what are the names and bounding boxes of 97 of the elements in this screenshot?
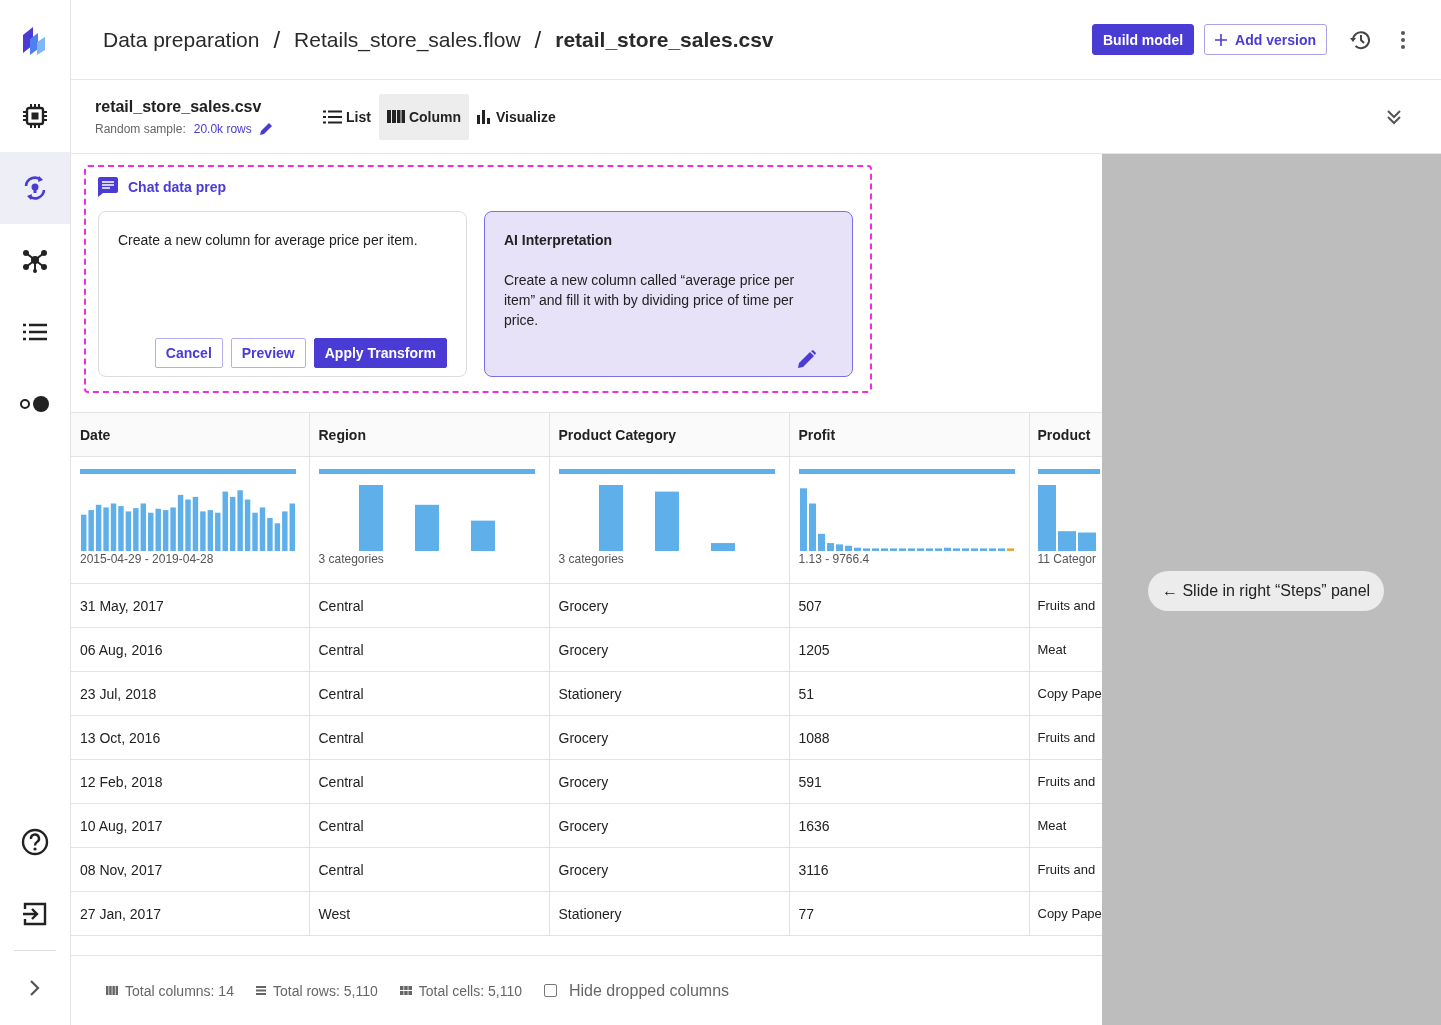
column-summary: 3 categories (318, 552, 385, 566)
table-cell: 06 Aug, 2016 (71, 627, 309, 672)
table-cell: 27 Jan, 2017 (71, 891, 309, 936)
double-chevron-down-icon[interactable] (1387, 108, 1401, 125)
view-tab[interactable]: Column (378, 93, 469, 140)
column-summary: 3 categories (558, 552, 625, 566)
breadcrumb-separator: / (272, 25, 282, 54)
sidebar-item[interactable] (0, 152, 70, 224)
table-cell: 1088 (789, 715, 1029, 760)
table-cell: 3116 (789, 847, 1029, 892)
exit-icon[interactable] (22, 901, 48, 927)
pencil-icon[interactable] (798, 350, 816, 368)
table-cell: Central (309, 583, 549, 628)
column-header[interactable]: Product Category (549, 412, 789, 457)
table-cell: 507 (789, 583, 1029, 628)
list-icon (323, 109, 342, 124)
network-icon (22, 247, 48, 273)
help-icon[interactable] (21, 828, 49, 856)
table-cell: Grocery (549, 759, 789, 804)
grid-icon (399, 986, 412, 995)
stat-text: Total cells: 5,110 (418, 982, 522, 999)
chevron-right-icon[interactable] (29, 979, 41, 997)
histogram-bar (414, 504, 439, 551)
action-button[interactable]: Preview (230, 338, 306, 368)
table-cell: 1205 (789, 627, 1029, 672)
column-summary: 1.13 - 9766.4 (798, 552, 871, 566)
table-cell: Stationery (549, 671, 789, 716)
view-tab[interactable]: Visualize (469, 93, 564, 140)
histogram-bar (710, 543, 735, 551)
table-cell: 51 (789, 671, 1029, 716)
column-header[interactable]: Region (309, 412, 549, 457)
stat-text: Total columns: 14 (125, 982, 234, 999)
table-cell: Grocery (549, 627, 789, 672)
chat-icon (98, 177, 118, 197)
columns-icon (386, 110, 405, 123)
column-header[interactable]: Product (1029, 412, 1102, 457)
column-header[interactable]: Profit (789, 412, 1029, 457)
column-summary: 2015-04-29 - 2019-04-28 (80, 552, 215, 566)
table-cell: Central (309, 671, 549, 716)
stat-text: Total rows: 5,110 (272, 982, 378, 999)
histogram-bar (654, 491, 679, 551)
action-button[interactable]: Cancel (154, 338, 223, 368)
table-cell: Central (309, 847, 549, 892)
chip-icon (22, 103, 48, 129)
table-cell: Central (309, 803, 549, 848)
pencil-icon[interactable] (259, 122, 273, 135)
plus-icon (1215, 33, 1228, 46)
table-cell: 77 (789, 891, 1029, 936)
table-cell: Grocery (549, 803, 789, 848)
breadcrumb-link[interactable]: Retails_store_sales.flow (294, 27, 521, 52)
sample-size-link[interactable]: 20.0k rows (193, 121, 252, 136)
table-cell: 08 Nov, 2017 (71, 847, 309, 892)
columns-icon (106, 986, 118, 995)
breadcrumb-separator: / (533, 25, 543, 54)
more-options-icon[interactable] (1401, 30, 1405, 49)
build-model-button[interactable]: Build model (1091, 24, 1195, 55)
interpretation-text: Create a new column called “average price per item” and fill it with by dividing price of time per price. (503, 271, 796, 330)
table-cell: Central (309, 759, 549, 804)
table-cell: 591 (789, 759, 1029, 804)
table-cell: 10 Aug, 2017 (71, 803, 309, 848)
list-icon (22, 322, 48, 342)
histogram-bar (358, 485, 383, 551)
view-tab[interactable]: List (315, 93, 379, 140)
action-button[interactable]: Apply Transform (313, 338, 447, 368)
checkbox[interactable] (544, 984, 557, 997)
histogram-bar (1077, 532, 1096, 551)
checkbox-label[interactable]: Hide dropped columns (569, 981, 730, 1000)
breadcrumb-link[interactable]: Data preparation (103, 27, 260, 52)
table-cell: Central (309, 715, 549, 760)
toggle-icon (19, 395, 51, 413)
table-cell: Grocery (549, 583, 789, 628)
interpretation-title: AI Interpretation (503, 231, 614, 250)
table-cell: 31 May, 2017 (71, 583, 309, 628)
table-cell: 23 Jul, 2018 (71, 671, 309, 716)
table-cell: Grocery (549, 847, 789, 892)
table-cell: Stationery (549, 891, 789, 936)
rows-icon (255, 986, 266, 995)
column-header[interactable]: Date (71, 412, 309, 457)
hint-pill: ← Slide in right “Steps” panel (1148, 571, 1385, 611)
bar-chart-icon (477, 109, 492, 124)
column-summary: 11 Categor (1037, 552, 1097, 566)
table-cell: Central (309, 627, 549, 672)
histogram-bar (470, 520, 495, 551)
completeness-bar (1037, 469, 1100, 474)
histogram-bar (598, 485, 623, 551)
table-cell: West (309, 891, 549, 936)
sample-label: Random sample: (95, 121, 186, 136)
table-cell: Grocery (549, 715, 789, 760)
table-cell: 1636 (789, 803, 1029, 848)
table-cell: 13 Oct, 2016 (71, 715, 309, 760)
add-version-button[interactable]: Add version (1204, 24, 1327, 55)
prompt-text: Create a new column for average price per item. (118, 231, 419, 250)
breadcrumb-current: retail_store_sales.csv (555, 27, 774, 52)
dataset-name: retail_store_sales.csv (95, 97, 263, 116)
history-icon[interactable] (1349, 29, 1371, 50)
chat-title: Chat data prep (128, 179, 226, 195)
table-cell: 12 Feb, 2018 (71, 759, 309, 804)
